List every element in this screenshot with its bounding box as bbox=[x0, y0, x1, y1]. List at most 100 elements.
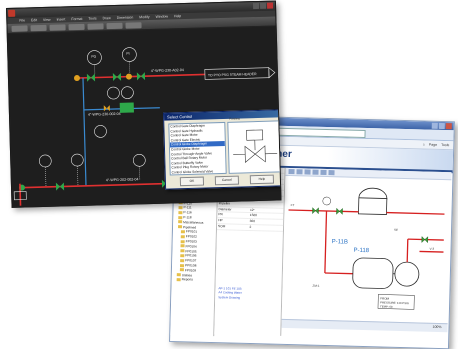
menu-item[interactable]: Window bbox=[155, 13, 168, 19]
tree-item-label: Utilities bbox=[182, 273, 192, 277]
menu-item[interactable]: Dimension bbox=[117, 14, 134, 20]
tree-item-label: PP0108 bbox=[185, 263, 196, 267]
preview-label: Preview bbox=[229, 117, 240, 121]
help-button[interactable]: Help bbox=[250, 175, 274, 185]
equipment-tag[interactable]: P-11B bbox=[332, 239, 348, 245]
select-control-dialog: Select Control Control Gate DiaphragmCon… bbox=[163, 109, 281, 189]
destination-label: TO PYO PSG STEAM HEADER bbox=[208, 72, 257, 77]
print-icon[interactable] bbox=[320, 170, 326, 175]
folder-icon bbox=[180, 254, 184, 257]
ribbon-tab[interactable] bbox=[106, 23, 122, 29]
tree-item-label: Reports bbox=[182, 278, 193, 282]
property-name: SOM bbox=[217, 224, 249, 231]
property-value: 2 bbox=[248, 224, 283, 231]
instrument-tag[interactable]: PG bbox=[91, 54, 96, 58]
instrument-tag: V-3 bbox=[430, 247, 435, 251]
ribbon-tab[interactable] bbox=[87, 23, 103, 29]
pipe-line-label[interactable]: 4"-WPG-230-002-04 bbox=[88, 112, 121, 117]
drawing-viewer[interactable]: FROM PRESSURE: 110 PSIG TEMP: 60 P-118 P… bbox=[281, 168, 451, 332]
tree-item-label: FP0101 bbox=[186, 230, 197, 234]
menu-item[interactable]: View bbox=[43, 17, 51, 23]
tree-item-label: FP0102 bbox=[186, 234, 197, 238]
menu-item[interactable]: Tools bbox=[88, 15, 96, 21]
tree-item-label: FP0105 bbox=[185, 249, 196, 253]
ribbon-tab[interactable] bbox=[68, 24, 84, 30]
fit-icon[interactable] bbox=[312, 170, 318, 175]
folder-icon bbox=[181, 240, 185, 243]
folder-icon bbox=[178, 216, 182, 219]
page-menu[interactable]: Page bbox=[429, 142, 437, 148]
maximize-button[interactable] bbox=[260, 3, 266, 9]
application-menu-button[interactable] bbox=[8, 10, 15, 17]
tree-item-label: Miscellaneous bbox=[183, 220, 203, 225]
dialog-title: Select Control bbox=[164, 110, 281, 120]
related-link[interactable]: System Drawing bbox=[218, 295, 242, 300]
zoom-out-icon[interactable] bbox=[296, 169, 302, 174]
pan-icon[interactable] bbox=[304, 169, 310, 174]
tree-item-label: FP0104 bbox=[185, 244, 196, 248]
instrument-tag[interactable]: PI bbox=[126, 52, 129, 56]
control-preview bbox=[227, 120, 281, 173]
ribbon-tab[interactable] bbox=[12, 25, 28, 31]
cad-application-window: File Edit View Insert Format Tools Draw Dimensi… bbox=[6, 0, 281, 207]
menu-item[interactable]: Insert bbox=[56, 16, 65, 22]
menu-item[interactable]: Draw bbox=[102, 15, 110, 21]
folder-icon bbox=[180, 259, 184, 262]
tree-item[interactable]: Reports bbox=[172, 277, 215, 283]
maximize-button[interactable] bbox=[439, 123, 445, 129]
folder-icon bbox=[181, 230, 185, 233]
menu-item[interactable]: Format bbox=[71, 16, 82, 22]
cad-drawing-canvas[interactable]: 4"-WPG-230-A02-04 TO PYO PSG STEAM HEADE… bbox=[8, 26, 281, 206]
folder-icon bbox=[180, 249, 184, 252]
menu-item[interactable]: Modify bbox=[139, 14, 149, 20]
instrument-tag: SE bbox=[394, 228, 398, 232]
folder-icon bbox=[177, 273, 181, 276]
menu-item[interactable]: Help bbox=[174, 13, 181, 19]
close-button[interactable] bbox=[267, 3, 273, 9]
tree-item-label: FP0106 bbox=[185, 254, 196, 258]
folder-icon bbox=[181, 245, 185, 248]
folder-icon bbox=[179, 206, 183, 209]
tree-item-label: FP0107 bbox=[185, 258, 196, 262]
folder-icon bbox=[181, 235, 185, 238]
find-icon[interactable] bbox=[328, 170, 334, 175]
tree-item-label: FP0109 bbox=[185, 268, 196, 272]
property-row: SOM2 bbox=[217, 224, 283, 232]
tree-item-label: P-111 bbox=[183, 206, 191, 210]
folder-icon bbox=[178, 221, 182, 224]
ribbon-tab[interactable] bbox=[49, 24, 65, 30]
menu-item[interactable]: Edit bbox=[31, 17, 37, 23]
minimize-button[interactable] bbox=[253, 3, 259, 9]
instrument-tag: ZM-1 bbox=[313, 284, 320, 288]
tree-item-label: P-118 bbox=[183, 215, 191, 219]
pipe-line-label[interactable]: 4"-WPG-202-002-04 bbox=[106, 177, 139, 182]
ribbon-tab[interactable] bbox=[30, 25, 46, 31]
control-type-list[interactable]: Control Gate DiaphragmControl Gate Hydra… bbox=[168, 122, 226, 176]
home-button[interactable]: ⌂ bbox=[423, 141, 425, 147]
minimize-button[interactable] bbox=[432, 123, 438, 129]
folder-icon bbox=[180, 269, 184, 272]
dialog-close-button[interactable] bbox=[278, 111, 281, 116]
tools-menu[interactable]: Tools bbox=[441, 142, 449, 148]
ribbon-tab[interactable] bbox=[125, 22, 141, 28]
folder-icon bbox=[180, 264, 184, 267]
menu-item[interactable]: File bbox=[19, 17, 25, 23]
folder-icon bbox=[178, 225, 182, 228]
ok-button[interactable]: OK bbox=[180, 177, 204, 187]
pid-drawing-web: FROM PRESSURE: 110 PSIG TEMP: 60 P-118 P… bbox=[281, 176, 451, 330]
tree-item-label: Pipelined bbox=[183, 225, 196, 229]
instrument-tag: FT bbox=[291, 203, 295, 207]
zoom-in-icon[interactable] bbox=[288, 169, 294, 174]
close-button[interactable] bbox=[446, 123, 452, 129]
tree-item-label: P-116 bbox=[183, 210, 191, 214]
tree-item-label: FP0103 bbox=[186, 239, 197, 243]
cancel-button[interactable]: Cancel bbox=[215, 176, 239, 186]
pipe-line-label[interactable]: 4"-WPG-230-A02-04 bbox=[151, 68, 184, 73]
zoom-level: 100% bbox=[433, 325, 442, 329]
valve-preview-drawing bbox=[228, 121, 281, 172]
drawing-label: TEMP: 60 bbox=[380, 304, 393, 308]
related-links: AP-1 101 FE 103A4 Cooling WaterSystem Dr… bbox=[218, 286, 242, 300]
folder-icon bbox=[177, 278, 181, 281]
equipment-tag[interactable]: P-118 bbox=[353, 248, 369, 254]
folder-icon bbox=[178, 211, 182, 214]
